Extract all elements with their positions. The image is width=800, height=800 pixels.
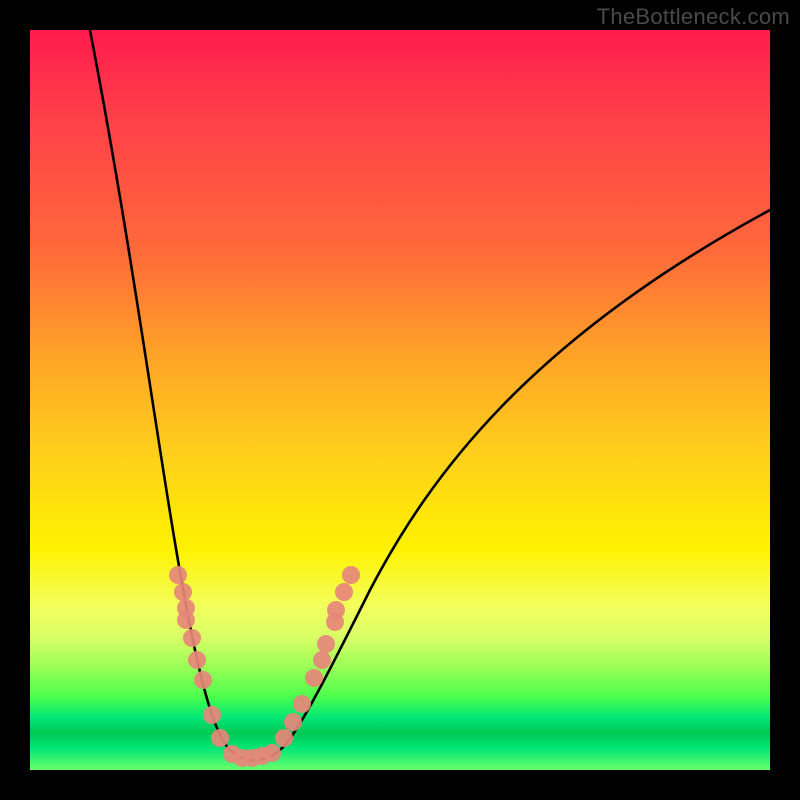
data-dot bbox=[169, 566, 187, 584]
data-dot bbox=[284, 713, 302, 731]
plot-area bbox=[30, 30, 770, 770]
watermark-text: TheBottleneck.com bbox=[597, 4, 790, 30]
data-dot bbox=[335, 583, 353, 601]
data-dot bbox=[317, 635, 335, 653]
data-dot bbox=[275, 729, 293, 747]
data-dot bbox=[305, 669, 323, 687]
data-dot bbox=[263, 744, 281, 762]
data-dot bbox=[211, 729, 229, 747]
chart-frame: TheBottleneck.com bbox=[0, 0, 800, 800]
data-dot bbox=[174, 583, 192, 601]
data-dot bbox=[293, 695, 311, 713]
data-dot bbox=[194, 671, 212, 689]
data-dot bbox=[342, 566, 360, 584]
data-dot bbox=[327, 601, 345, 619]
data-dot bbox=[183, 629, 201, 647]
chart-svg bbox=[30, 30, 770, 770]
data-dot bbox=[313, 651, 331, 669]
bottleneck-curve bbox=[90, 30, 770, 760]
data-dot bbox=[188, 651, 206, 669]
data-dot bbox=[203, 706, 221, 724]
data-dot bbox=[177, 611, 195, 629]
